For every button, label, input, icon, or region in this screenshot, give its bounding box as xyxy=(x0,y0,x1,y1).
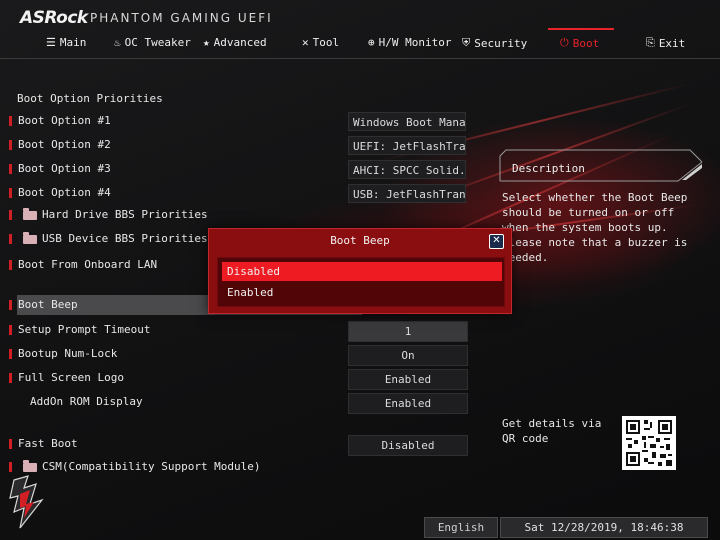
boot-option-value[interactable]: AHCI: SPCC Solid... xyxy=(348,160,466,179)
tab-exit-label: Exit xyxy=(658,36,686,50)
setting-label: Setup Prompt Timeout xyxy=(18,323,151,336)
tab-boot-label: Boot xyxy=(572,36,600,50)
setting-label: AddOn ROM Display xyxy=(30,395,143,408)
fast-boot[interactable]: Fast Boot Disabled xyxy=(0,433,480,456)
boot-option-label: Boot Option #1 xyxy=(18,114,111,127)
description-title: Description xyxy=(512,162,585,175)
tools-icon: ✕ xyxy=(302,36,309,49)
tab-security-label: Security xyxy=(474,36,528,50)
globe-icon: ⊕ xyxy=(368,36,375,49)
setup-prompt-timeout[interactable]: Setup Prompt Timeout 1 xyxy=(0,319,480,342)
submenu-label: CSM(Compatibility Support Module) xyxy=(42,460,261,473)
tab-main-label: Main xyxy=(59,36,87,49)
setting-label: Boot From Onboard LAN xyxy=(18,258,158,271)
phantom-gaming-logo xyxy=(8,474,46,530)
bootup-num-lock[interactable]: Bootup Num-Lock On xyxy=(0,343,480,366)
boot-option-3[interactable]: Boot Option #3 AHCI: SPCC Solid... xyxy=(0,158,480,180)
boot-option-value[interactable]: UEFI: JetFlashTra... xyxy=(348,136,466,155)
folder-icon xyxy=(23,232,37,244)
folder-icon xyxy=(23,208,37,220)
row-marker xyxy=(9,325,12,335)
submenu-label: USB Device BBS Priorities xyxy=(42,232,208,245)
flame-icon: ♨ xyxy=(114,36,121,49)
row-marker xyxy=(9,373,12,383)
section-title: Boot Option Priorities xyxy=(17,92,163,105)
close-button[interactable]: ✕ xyxy=(489,234,504,249)
tab-advanced[interactable]: ★ Advanced xyxy=(203,36,267,49)
tab-tool-label: Tool xyxy=(312,36,340,49)
top-nav: ☰ Main ♨ OC Tweaker ★ Advanced ✕ Tool ⊕ … xyxy=(0,28,720,59)
datetime-display: Sat 12/28/2019, 18:46:38 xyxy=(500,517,708,538)
addon-rom-display[interactable]: AddOn ROM Display Enabled xyxy=(0,391,480,414)
phantom-gaming-logo-icon xyxy=(9,475,44,529)
boot-option-value[interactable]: Windows Boot Mana... xyxy=(348,112,466,131)
list-icon: ☰ xyxy=(46,36,56,49)
fast-boot-value[interactable]: Disabled xyxy=(348,435,468,456)
tab-tool[interactable]: ✕ Tool xyxy=(302,36,339,49)
popup-option-list: Disabled Enabled xyxy=(217,257,505,307)
shield-icon: ⛨ xyxy=(462,36,471,49)
tab-boot[interactable]: ⏻ Boot xyxy=(560,36,599,50)
row-marker xyxy=(9,260,12,270)
tab-hw-monitor[interactable]: ⊕ H/W Monitor xyxy=(368,36,451,49)
full-screen-logo[interactable]: Full Screen Logo Enabled xyxy=(0,367,480,390)
boot-beep-popup: Boot Beep ✕ Disabled Enabled xyxy=(208,228,512,314)
boot-option-label: Boot Option #2 xyxy=(18,138,111,151)
brand-subtitle: PHANTOM GAMING UEFI xyxy=(90,11,273,25)
row-marker xyxy=(9,116,12,126)
row-marker xyxy=(9,349,12,359)
active-tab-indicator xyxy=(548,28,614,30)
tab-oc-tweaker[interactable]: ♨ OC Tweaker xyxy=(114,36,191,49)
popup-option-enabled[interactable]: Enabled xyxy=(222,283,502,302)
addon-rom-display-value[interactable]: Enabled xyxy=(348,393,468,414)
row-marker xyxy=(9,140,12,150)
tab-exit[interactable]: ⎘ Exit xyxy=(646,36,685,50)
power-icon: ⏻ xyxy=(560,36,569,49)
boot-option-value[interactable]: USB: JetFlashTran... xyxy=(348,184,466,203)
description-header: Description xyxy=(498,148,704,182)
close-icon: ✕ xyxy=(492,235,501,246)
setting-label: Fast Boot xyxy=(18,437,78,450)
language-selector[interactable]: English xyxy=(424,517,498,538)
tab-hw-monitor-label: H/W Monitor xyxy=(378,36,452,49)
setting-label: Boot Beep xyxy=(18,298,78,311)
qr-code-graphic xyxy=(622,416,676,470)
row-marker xyxy=(9,439,12,449)
row-marker xyxy=(9,462,12,472)
setting-label: Full Screen Logo xyxy=(18,371,124,384)
qr-code[interactable] xyxy=(622,416,676,470)
row-marker xyxy=(9,188,12,198)
boot-option-4[interactable]: Boot Option #4 USB: JetFlashTran... xyxy=(0,182,480,204)
popup-title: Boot Beep xyxy=(330,234,390,247)
setting-label: Bootup Num-Lock xyxy=(18,347,118,360)
setup-prompt-timeout-field[interactable]: 1 xyxy=(348,321,468,342)
popup-option-disabled[interactable]: Disabled xyxy=(222,262,502,281)
tab-oc-tweaker-label: OC Tweaker xyxy=(124,36,191,49)
full-screen-logo-value[interactable]: Enabled xyxy=(348,369,468,390)
hard-drive-bbs-priorities[interactable]: Hard Drive BBS Priorities xyxy=(0,204,480,226)
csm-submenu[interactable]: CSM(Compatibility Support Module) xyxy=(0,456,480,478)
tab-advanced-label: Advanced xyxy=(213,36,267,49)
row-marker xyxy=(9,164,12,174)
tab-main[interactable]: ☰ Main xyxy=(46,36,86,49)
boot-option-2[interactable]: Boot Option #2 UEFI: JetFlashTra... xyxy=(0,134,480,156)
boot-option-1[interactable]: Boot Option #1 Windows Boot Mana... xyxy=(0,110,480,132)
folder-icon xyxy=(23,460,37,472)
boot-option-label: Boot Option #4 xyxy=(18,186,111,199)
exit-icon: ⎘ xyxy=(646,36,655,49)
boot-option-label: Boot Option #3 xyxy=(18,162,111,175)
description-text: Select whether the Boot Beep should be t… xyxy=(502,191,688,264)
submenu-label: Hard Drive BBS Priorities xyxy=(42,208,208,221)
star-icon: ★ xyxy=(203,36,210,49)
bootup-num-lock-value[interactable]: On xyxy=(348,345,468,366)
brand-logo: ASRock xyxy=(20,8,88,28)
row-marker xyxy=(9,300,12,310)
tab-security[interactable]: ⛨ Security xyxy=(462,36,527,50)
row-marker xyxy=(9,210,12,220)
row-marker xyxy=(9,234,12,244)
qr-caption: Get details via QR code xyxy=(502,417,602,445)
